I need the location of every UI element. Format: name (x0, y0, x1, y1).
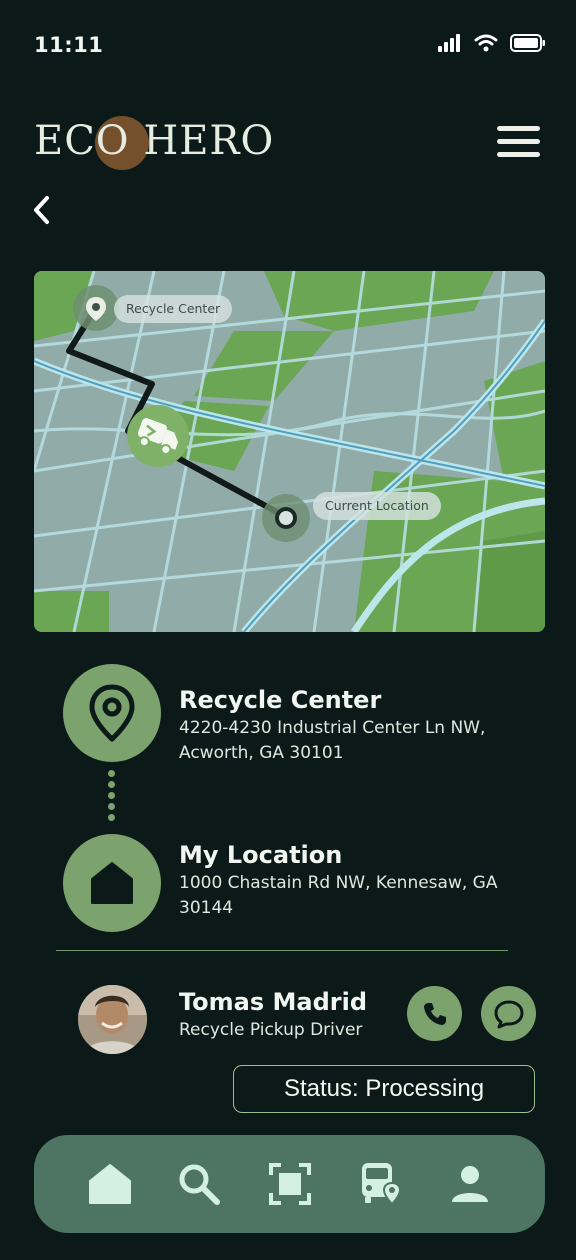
destination-title: Recycle Center (179, 686, 382, 714)
status-badge: Status: Processing (233, 1065, 535, 1113)
nav-scan[interactable] (265, 1159, 315, 1209)
bottom-nav (34, 1135, 545, 1233)
profile-icon (452, 1166, 488, 1202)
signal-icon (438, 34, 460, 52)
map-label-destination: Recycle Center (114, 295, 233, 323)
chat-bubble-icon (494, 1000, 523, 1028)
hamburger-menu-icon[interactable] (497, 124, 541, 160)
destination-address: 4220-4230 Industrial Center Ln NW, Acwor… (179, 718, 486, 763)
status-bar: 11:11 (0, 0, 576, 90)
home-icon (91, 862, 133, 904)
origin-address: 1000 Chastain Rd NW, Kennesaw, GA 30144 (179, 873, 498, 918)
bus-location-icon (362, 1163, 402, 1206)
battery-icon (510, 34, 545, 52)
nav-search[interactable] (174, 1159, 224, 1209)
back-arrow-icon[interactable] (28, 195, 56, 225)
route-dots (108, 770, 116, 825)
call-button[interactable] (407, 986, 462, 1041)
scan-icon (269, 1163, 311, 1205)
origin-icon-circle (63, 834, 161, 932)
park-area (34, 591, 109, 632)
map-canvas (34, 271, 545, 632)
nav-bus-location[interactable] (356, 1159, 406, 1209)
driver-role: Recycle Pickup Driver (179, 1020, 363, 1040)
driver-avatar (78, 985, 147, 1054)
app-logo: ECO HERO (34, 114, 273, 174)
divider (56, 950, 508, 951)
route-map[interactable]: Recycle Center Current Location (34, 271, 545, 632)
logo-text: ECO HERO (34, 118, 275, 164)
map-pin-icon (89, 684, 135, 742)
search-icon (179, 1164, 220, 1205)
phone-icon (423, 1002, 446, 1025)
origin-title: My Location (179, 841, 343, 869)
home-icon (89, 1164, 131, 1204)
driver-name: Tomas Madrid (179, 988, 368, 1016)
status-icons (438, 34, 546, 52)
status-time: 11:11 (34, 33, 104, 57)
destination-icon-circle (63, 664, 161, 762)
nav-home[interactable] (85, 1159, 135, 1209)
nav-profile[interactable] (445, 1159, 495, 1209)
message-button[interactable] (481, 986, 536, 1041)
wifi-icon (474, 34, 498, 52)
map-label-origin: Current Location (313, 492, 441, 520)
